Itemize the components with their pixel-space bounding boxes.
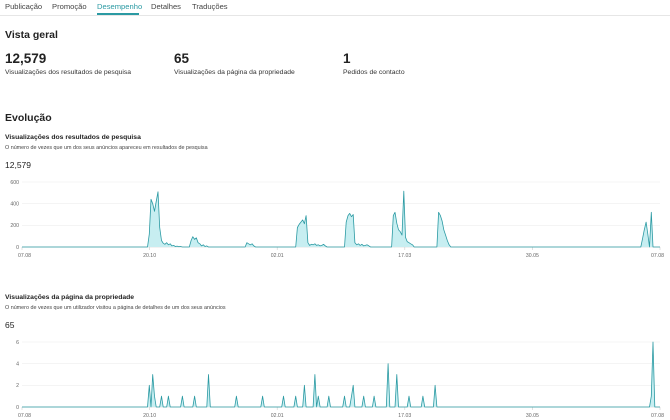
active-tab-indicator: [97, 13, 139, 15]
metric-search-views-label: Visualizações dos resultados de pesquisa: [5, 69, 132, 76]
page-chart-x-tick-label: 20.10: [143, 413, 156, 419]
page-chart-y-tick-label: 4: [16, 361, 19, 367]
chart-page-total: 65: [5, 320, 15, 330]
search-chart-y-tick-label: 200: [10, 223, 19, 229]
tab-bar: Publicação Promoção Desempenho Detalhes …: [0, 0, 670, 16]
page-chart-x-tick-label: 02.01: [271, 413, 284, 419]
page-chart-x-tick-label: 07.08: [651, 413, 664, 419]
page-chart-y-tick-label: 2: [16, 383, 19, 389]
metric-page-views-label: Visualizações da página da propriedade: [174, 69, 295, 76]
tab-promocao[interactable]: Promoção: [52, 2, 87, 11]
search-chart-x-tick-label: 07.08: [18, 253, 31, 259]
search-chart-x-tick-label: 30.05: [526, 253, 539, 259]
page-chart-x-tick-label: 07.08: [18, 413, 31, 419]
chart-page-title: Visualizações da página da propriedade: [5, 294, 135, 301]
chart-search-subtitle: O número de vezes que um dos seus anúnci…: [5, 145, 208, 151]
search-chart-x-tick-label: 20.10: [143, 253, 156, 259]
page-chart-series-line: [22, 341, 660, 408]
page-chart-x-tick-label: 30.05: [526, 413, 539, 419]
metric-page-views-value: 65: [174, 51, 190, 66]
search-chart-x-tick-label: 07.08: [651, 253, 664, 259]
metric-search-views-value: 12,579: [5, 51, 47, 66]
tab-desempenho[interactable]: Desempenho: [97, 2, 142, 11]
search-chart-x-tick-label: 17.03: [398, 253, 411, 259]
search-chart-x-tick-label: 02.01: [271, 253, 284, 259]
page-chart-area: [22, 342, 660, 407]
chart-page-subtitle: O número de vezes que um utilizador visi…: [5, 305, 226, 311]
chart-search-title: Visualizações dos resultados de pesquisa: [5, 134, 141, 141]
overview-title: Vista geral: [5, 29, 58, 41]
search-chart-series-line: [22, 190, 660, 248]
chart-search-views: 0 200 400 600 07.08 20.10 02.01 17.03 30.05 07.08: [10, 180, 664, 259]
metric-contact-requests-label: Pedidos de contacto: [343, 69, 405, 76]
search-chart-y-tick-label: 600: [10, 180, 19, 186]
tab-traducoes[interactable]: Traduções: [192, 2, 228, 11]
tab-detalhes[interactable]: Detalhes: [151, 2, 181, 11]
page-chart-y-tick-label: 6: [16, 340, 19, 346]
search-chart-area: [22, 191, 660, 247]
page-chart-x-tick-label: 17.03: [398, 413, 411, 419]
tab-publicacao[interactable]: Publicação: [5, 2, 42, 11]
chart-search-total: 12,579: [5, 160, 31, 170]
page-chart-y-tick-label: 0: [16, 405, 19, 411]
search-chart-y-tick-label: 400: [10, 201, 19, 207]
chart-page-views: 0 2 4 6 07.08 20.10 02.01 17.03 30.05 07.08: [16, 340, 664, 419]
evolution-title: Evolução: [5, 112, 52, 124]
search-chart-y-tick-label: 0: [16, 245, 19, 251]
metric-contact-requests-value: 1: [343, 51, 351, 66]
